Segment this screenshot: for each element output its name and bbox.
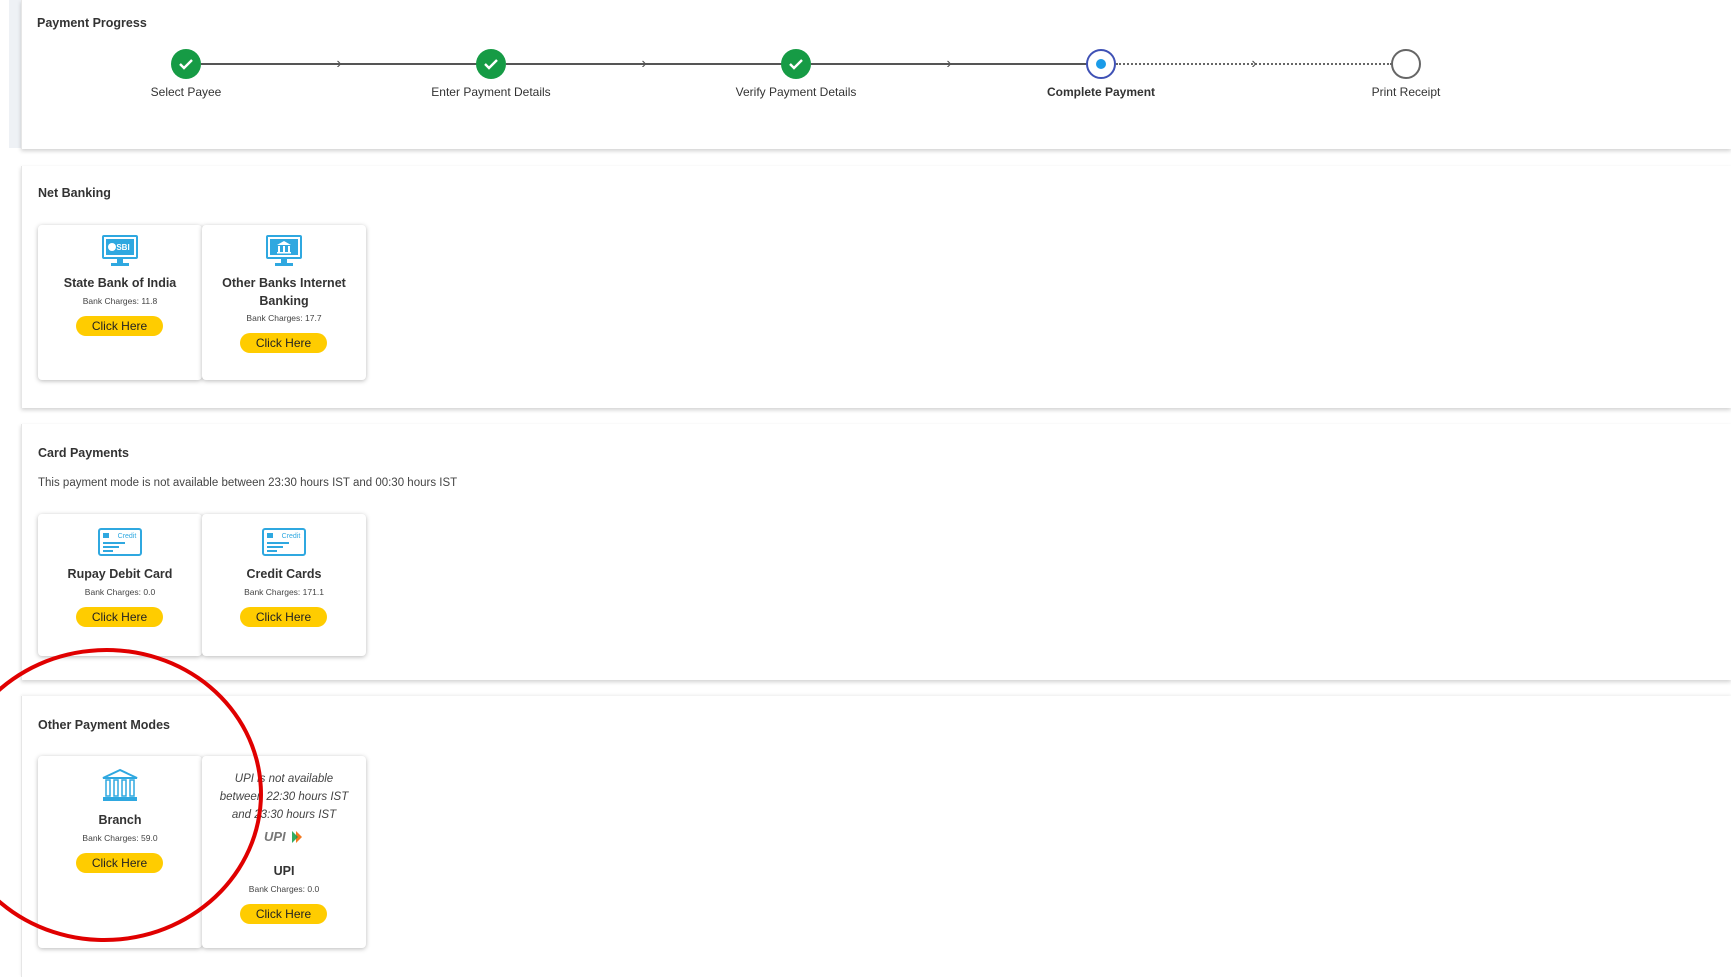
step-verify-details-check-icon <box>781 49 811 79</box>
upi-logo-icon: UPI <box>262 828 306 846</box>
branch-click-here-button[interactable]: Click Here <box>76 853 163 873</box>
other-payment-modes-panel: Other Payment Modes Branch Bank Charges:… <box>21 696 1731 977</box>
card-name: Rupay Debit Card <box>67 567 173 581</box>
card-charges: Bank Charges: 11.8 <box>82 296 158 306</box>
step-print-receipt-icon <box>1391 49 1421 79</box>
card-icon-text: Credit <box>282 533 301 540</box>
card-charges: Bank Charges: 0.0 <box>84 587 156 597</box>
progress-title: Payment Progress <box>37 16 147 30</box>
card-name: Credit Cards <box>246 567 322 581</box>
step-complete-payment-icon <box>1086 49 1116 79</box>
step-enter-details-check-icon <box>476 49 506 79</box>
branch-payment-card: Branch Bank Charges: 59.0 Click Here <box>38 756 202 948</box>
step-select-payee-check-icon <box>171 49 201 79</box>
sbi-monitor-icon: SBI <box>102 235 138 267</box>
other-banks-click-here-button[interactable]: Click Here <box>240 333 327 353</box>
card-icon-text: Credit <box>118 533 137 540</box>
rupay-debit-card: Credit Rupay Debit Card Bank Charges: 0.… <box>38 514 202 656</box>
chevron-right-icon: › <box>336 55 342 72</box>
upi-availability-note: UPI is not available between 22:30 hours… <box>219 773 349 821</box>
credit-cards-card: Credit Credit Cards Bank Charges: 171.1 … <box>202 514 366 656</box>
card-name: State Bank of India <box>63 276 177 290</box>
step-label-enter-payment-details: Enter Payment Details <box>431 85 551 99</box>
upi-payment-card: UPI is not available between 22:30 hours… <box>202 756 366 948</box>
net-banking-title: Net Banking <box>38 186 111 200</box>
step-label-complete-payment: Complete Payment <box>1046 85 1156 99</box>
step-label-print-receipt: Print Receipt <box>1371 85 1441 99</box>
chevron-right-icon: › <box>641 55 647 72</box>
card-payments-panel: Card Payments This payment mode is not a… <box>21 424 1731 680</box>
rupay-click-here-button[interactable]: Click Here <box>76 607 163 627</box>
bank-monitor-icon <box>266 235 302 267</box>
card-charges: Bank Charges: 59.0 <box>82 833 158 843</box>
credit-cards-click-here-button[interactable]: Click Here <box>240 607 327 627</box>
card-charges: Bank Charges: 171.1 <box>244 587 324 597</box>
card-charges: Bank Charges: 17.7 <box>246 313 322 323</box>
net-banking-panel: Net Banking SBI State Bank of India Bank… <box>21 166 1731 408</box>
card-payments-title: Card Payments <box>38 446 130 460</box>
card-name: Branch <box>98 813 142 827</box>
other-banks-payment-card: Other Banks Internet Banking Bank Charge… <box>202 225 366 380</box>
chevron-right-icon: › <box>946 55 952 72</box>
card-name: UPI <box>273 864 295 878</box>
bank-building-icon <box>100 768 140 802</box>
credit-card-icon: Credit <box>262 528 306 556</box>
left-edge-strip <box>9 0 21 148</box>
card-charges: Bank Charges: 0.0 <box>248 884 320 894</box>
card-name: Other Banks Internet Banking <box>222 276 346 308</box>
step-label-select-payee: Select Payee <box>150 85 222 99</box>
card-payments-notice: This payment mode is not available betwe… <box>38 477 458 489</box>
sbi-click-here-button[interactable]: Click Here <box>76 316 163 336</box>
upi-click-here-button[interactable]: Click Here <box>240 904 327 924</box>
sbi-payment-card: SBI State Bank of India Bank Charges: 11… <box>38 225 202 380</box>
chevron-right-icon: › <box>1251 55 1257 72</box>
step-label-verify-payment-details: Verify Payment Details <box>735 85 857 99</box>
credit-card-icon: Credit <box>98 528 142 556</box>
payment-progress-panel: Payment Progress › › › › Select Payee En… <box>21 0 1731 149</box>
other-modes-title: Other Payment Modes <box>38 718 170 732</box>
sbi-logo-text: SBI <box>116 243 129 252</box>
upi-logo-text: UPI <box>264 829 286 844</box>
